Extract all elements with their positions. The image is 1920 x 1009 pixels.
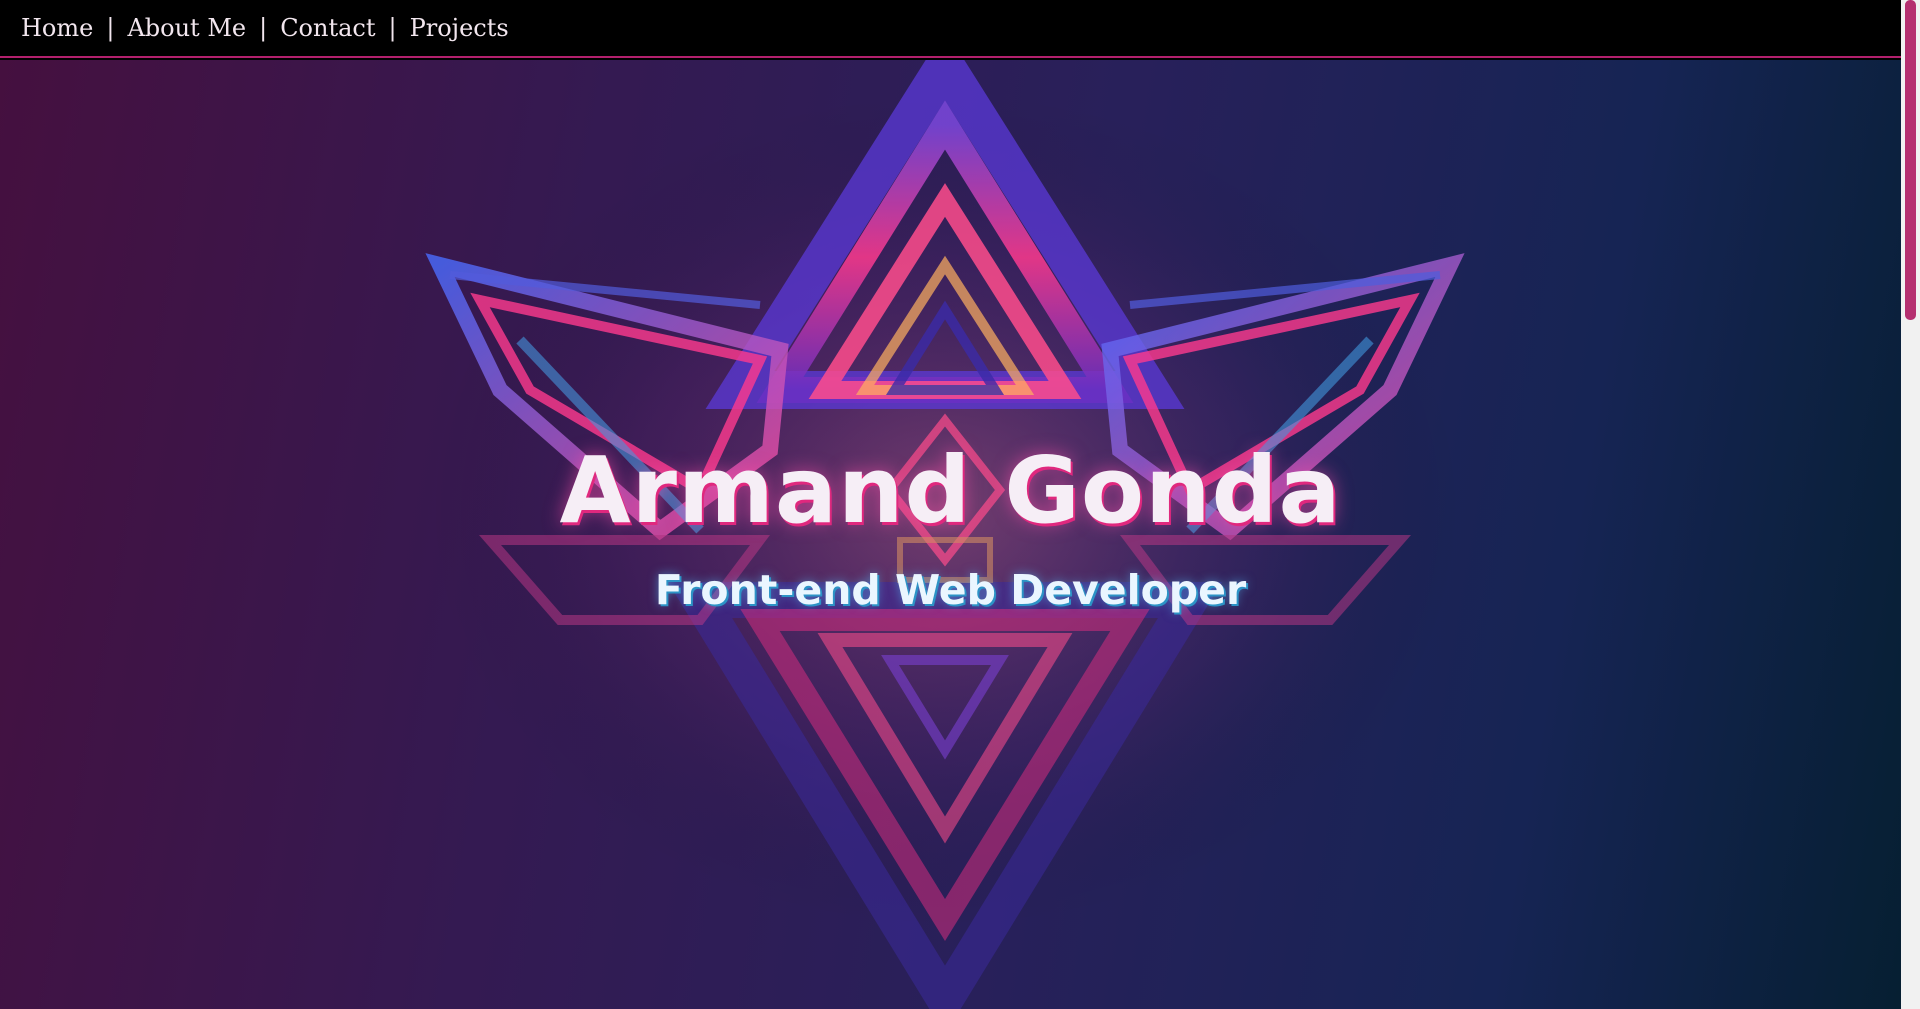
nav-link-contact[interactable]: Contact [280,14,375,42]
nav-separator: | [106,14,115,42]
nav-separator: | [388,14,397,42]
page-scrollbar[interactable] [1901,0,1920,1009]
nav-link-about-me[interactable]: About Me [127,14,246,42]
nav-link-projects[interactable]: Projects [410,14,509,42]
hero-background-art [425,60,1465,1009]
scrollbar-thumb[interactable] [1905,0,1916,320]
nav-link-home[interactable]: Home [21,14,93,42]
hero-section: Armand Gonda Front-end Web Developer [0,60,1901,1009]
nav-separator: | [259,14,268,42]
top-navbar: Home | About Me | Contact | Projects [0,0,1901,58]
